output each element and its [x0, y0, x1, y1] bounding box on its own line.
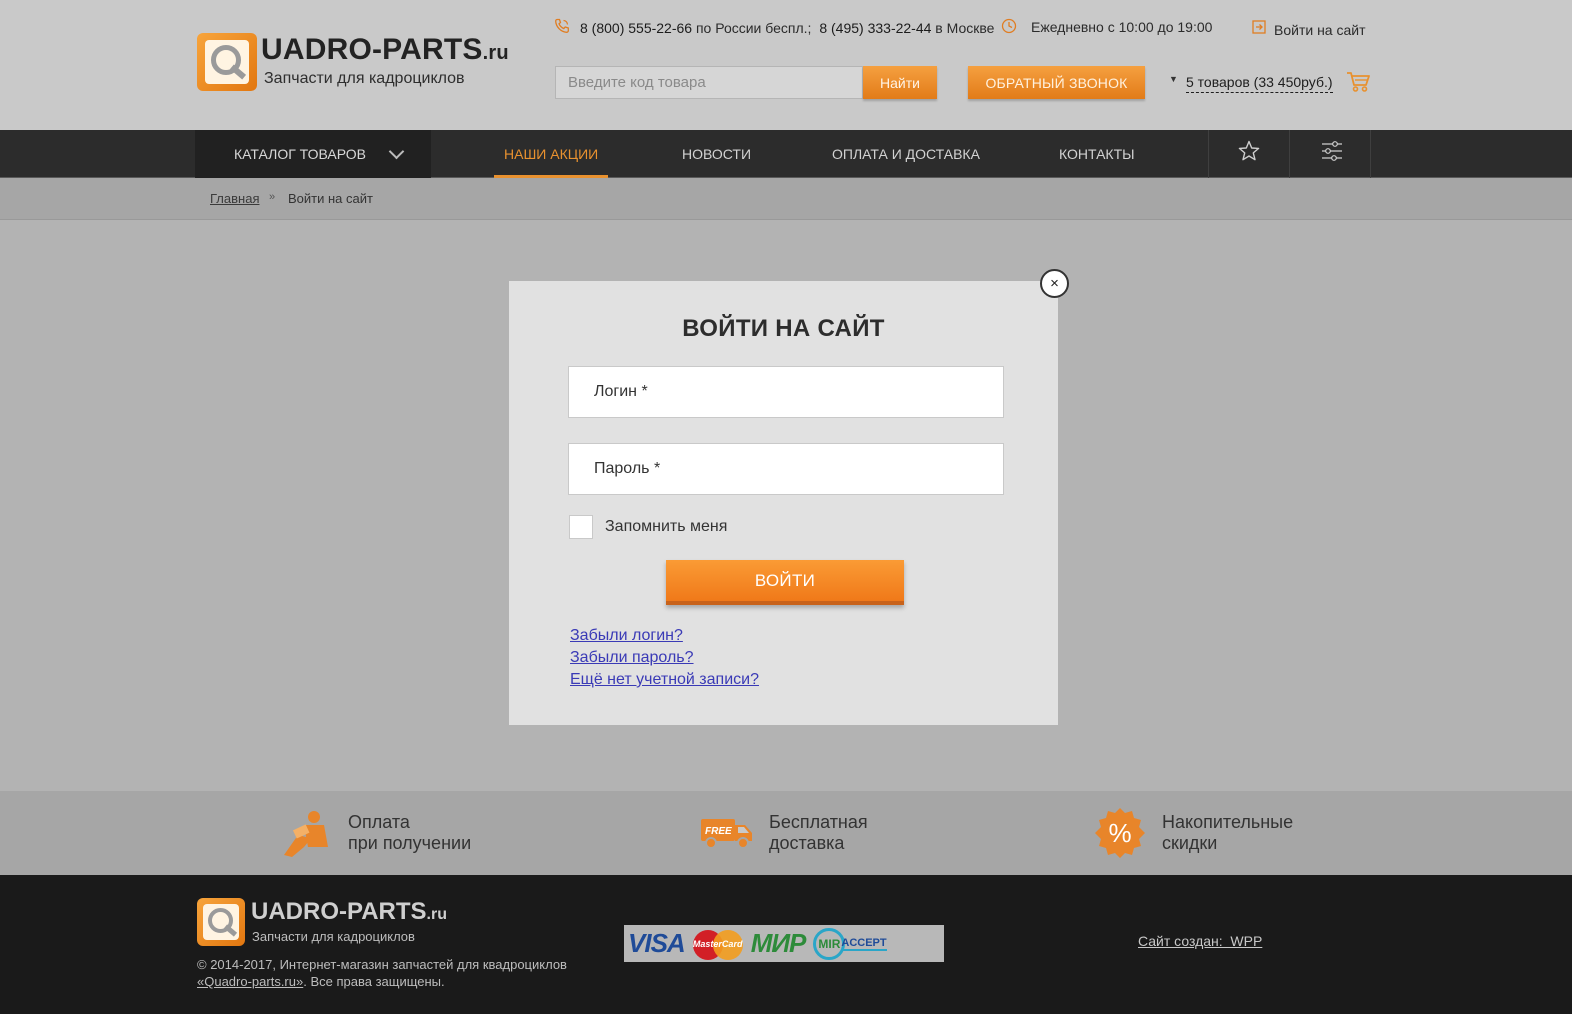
compare-button[interactable]	[1292, 130, 1372, 178]
login-icon	[1250, 19, 1268, 40]
breadcrumb-separator: »	[269, 191, 276, 203]
filter-sliders-icon	[1320, 139, 1344, 169]
breadcrumb: Главная » Войти на сайт	[0, 178, 1572, 220]
mastercard-label: MasterCard	[692, 938, 743, 949]
visa-logo: VISA	[628, 928, 686, 958]
mir-accept-logo: MIR ACCEPT	[813, 927, 887, 960]
features-bar: Оплата при получении FREE Бесплатная дос…	[0, 791, 1572, 875]
phone-icon	[553, 18, 571, 39]
callback-button[interactable]: ОБРАТНЫЙ ЗВОНОК	[968, 66, 1145, 99]
remember-me[interactable]: Запомнить меня	[569, 515, 727, 539]
nav-divider	[1289, 130, 1290, 178]
copyright-site-link[interactable]: «Quadro-parts.ru»	[197, 974, 303, 989]
logo-tagline: Запчасти для кадроциклов	[264, 70, 465, 87]
favorites-button[interactable]	[1209, 130, 1289, 178]
main-nav: КАТАЛОГ ТОВАРОВ НАШИ АКЦИИ НОВОСТИ ОПЛАТ…	[0, 130, 1572, 178]
header-login-link[interactable]: Войти на сайт	[1250, 19, 1366, 40]
forgot-login-link[interactable]: Забыли логин?	[570, 625, 759, 647]
footer-logo-tagline: Запчасти для кадроциклов	[252, 929, 415, 944]
login-modal: ВОЙТИ НА САЙТ Запомнить меня ВОЙТИ Забыл…	[509, 281, 1058, 725]
footer-logo-name: UADRO-PARTS	[251, 898, 427, 925]
phone-russia[interactable]: 8 (800) 555-22-66	[580, 20, 692, 36]
breadcrumb-current: Войти на сайт	[288, 191, 373, 206]
percent-badge: %	[1108, 818, 1131, 848]
phone-moscow-note: в Москве	[931, 20, 995, 36]
nav-item-payment-delivery[interactable]: ОПЛАТА И ДОСТАВКА	[832, 130, 980, 178]
site-header: UADRO-PARTS.ru Запчасти для кадроциклов …	[0, 0, 1572, 130]
chevron-down-icon	[388, 143, 405, 160]
login-submit-button[interactable]: ВОЙТИ	[666, 560, 904, 605]
password-field[interactable]	[568, 443, 1004, 495]
feature-text: Оплата при получении	[348, 812, 472, 853]
catalog-label: КАТАЛОГ ТОВАРОВ	[234, 146, 366, 162]
phone-contacts: 8 (800) 555-22-66 по России беспл.; 8 (4…	[553, 18, 995, 39]
copyright-rights: . Все права защищены.	[303, 974, 445, 989]
working-hours: Ежедневно с 10:00 до 19:00	[1031, 19, 1213, 35]
register-link[interactable]: Ещё нет учетной записи?	[570, 669, 759, 691]
logo-q-icon	[197, 898, 245, 946]
cart-summary[interactable]: 5 товаров (33 450руб.)	[1186, 72, 1333, 93]
footer-logo[interactable]: UADRO-PARTS.ru Запчасти для кадроциклов	[197, 898, 447, 946]
mir-accept-text: ACCEPT	[841, 936, 887, 951]
product-code-search-input[interactable]	[555, 66, 863, 99]
remember-me-checkbox[interactable]	[569, 515, 593, 539]
catalog-menu-button[interactable]: КАТАЛОГ ТОВАРОВ	[195, 130, 431, 178]
logo-q-icon	[197, 33, 257, 91]
modal-help-links: Забыли логин? Забыли пароль? Ещё нет уче…	[570, 625, 759, 691]
copyright: © 2014-2017, Интернет-магазин запчастей …	[197, 956, 567, 990]
nav-item-news[interactable]: НОВОСТИ	[682, 130, 751, 178]
cash-payment-icon	[278, 805, 334, 861]
phone-russia-note: по России беспл.;	[692, 20, 816, 36]
login-field[interactable]	[568, 366, 1004, 418]
mastercard-logo: MasterCard	[692, 928, 743, 960]
header-login-label: Войти на сайт	[1274, 21, 1366, 38]
logo-name: UADRO-PARTS	[261, 33, 483, 66]
mir-logo: МИР	[750, 928, 807, 958]
phone-moscow[interactable]: 8 (495) 333-22-44	[819, 20, 931, 36]
nav-item-promotions[interactable]: НАШИ АКЦИИ	[493, 130, 609, 178]
site-logo[interactable]: UADRO-PARTS.ru Запчасти для кадроциклов	[197, 33, 509, 91]
feature-text: Бесплатная доставка	[769, 812, 868, 853]
shopping-cart-icon[interactable]	[1346, 71, 1370, 93]
close-icon[interactable]: ×	[1040, 269, 1069, 298]
modal-title: ВОЙТИ НА САЙТ	[682, 315, 885, 342]
free-delivery-truck-icon: FREE	[699, 805, 755, 861]
feature-free-delivery: FREE Бесплатная доставка	[699, 791, 868, 875]
star-icon	[1237, 139, 1261, 169]
free-badge: FREE	[705, 826, 732, 837]
search-button[interactable]: Найти	[863, 66, 937, 99]
feature-cash-on-delivery: Оплата при получении	[278, 791, 471, 875]
feature-discounts: % Накопительные скидки	[1092, 791, 1293, 875]
copyright-line: © 2014-2017, Интернет-магазин запчастей …	[197, 957, 567, 972]
cart-dropdown-arrow-icon[interactable]: ▼	[1169, 74, 1178, 84]
nav-divider	[1370, 130, 1371, 178]
discount-percent-icon: %	[1092, 805, 1148, 861]
breadcrumb-home-link[interactable]: Главная	[210, 191, 259, 206]
clock-icon	[1000, 18, 1018, 39]
payment-methods: VISA MasterCard МИР MIR ACCEPT	[624, 925, 944, 962]
feature-text: Накопительные скидки	[1162, 812, 1294, 853]
nav-item-contacts[interactable]: КОНТАКТЫ	[1059, 130, 1135, 178]
footer-logo-tld: .ru	[426, 906, 447, 923]
remember-me-label: Запомнить меня	[605, 518, 728, 535]
site-creator-link[interactable]: Сайт создан: WPP	[1138, 933, 1262, 949]
forgot-password-link[interactable]: Забыли пароль?	[570, 647, 759, 669]
logo-tld: .ru	[482, 42, 509, 64]
site-footer: UADRO-PARTS.ru Запчасти для кадроциклов …	[0, 875, 1572, 1014]
